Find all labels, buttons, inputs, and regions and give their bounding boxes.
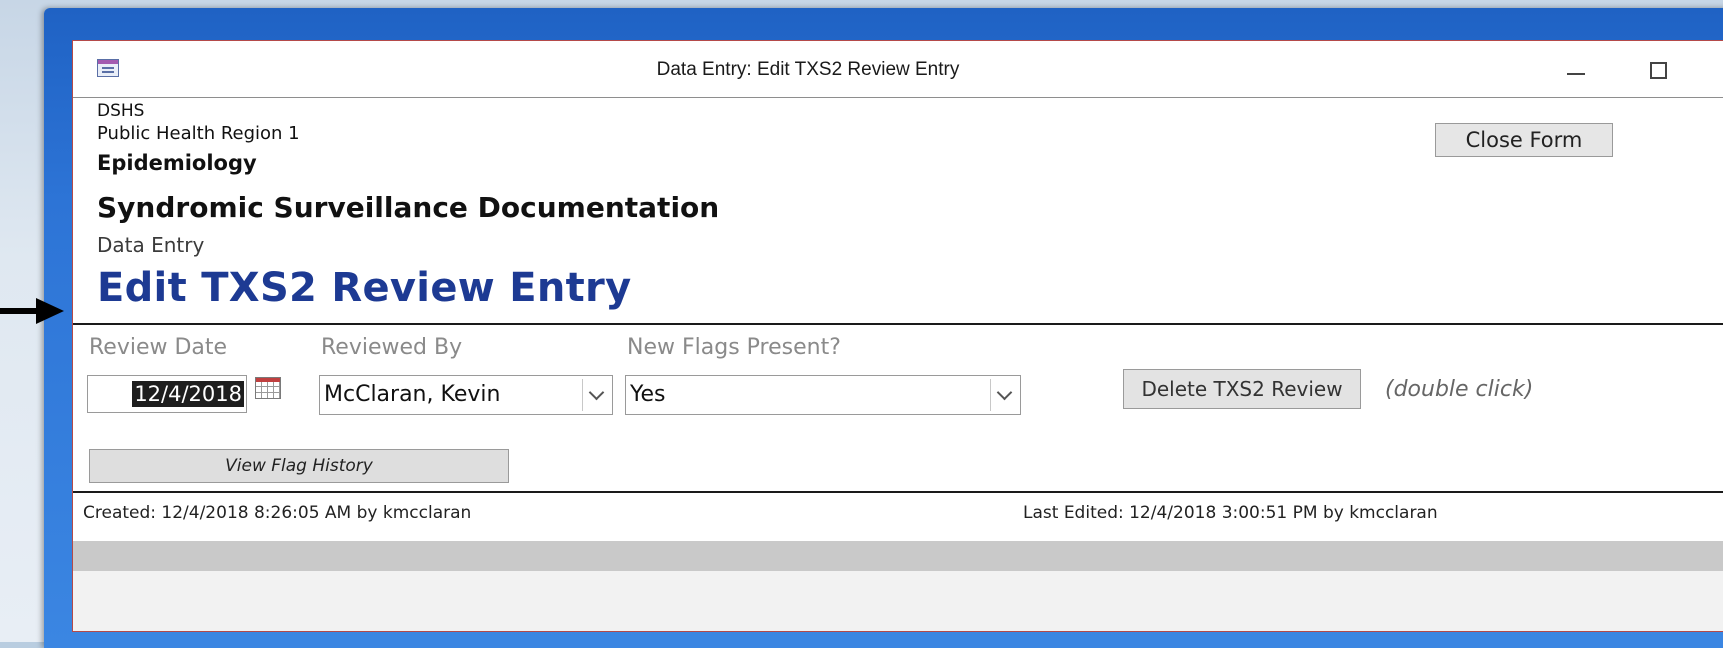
view-flag-history-button[interactable]: View Flag History xyxy=(89,449,509,483)
review-date-value: 12/4/2018 xyxy=(132,381,244,407)
org-name: DSHS xyxy=(97,101,145,121)
region-name: Public Health Region 1 xyxy=(97,123,300,144)
arrow-right-icon xyxy=(0,298,64,324)
new-flags-label: New Flags Present? xyxy=(627,335,841,360)
department-name: Epidemiology xyxy=(97,151,257,175)
title-bar: Data Entry: Edit TXS2 Review Entry ✕ xyxy=(73,41,1723,98)
new-flags-select[interactable]: Yes xyxy=(625,375,1021,415)
delete-hint: (double click) xyxy=(1385,377,1534,402)
review-date-field[interactable]: 12/4/2018 xyxy=(87,375,247,413)
footer-divider xyxy=(73,491,1723,493)
close-form-button[interactable]: Close Form xyxy=(1435,123,1613,157)
window-title: Data Entry: Edit TXS2 Review Entry xyxy=(656,59,960,80)
system-title: Syndromic Surveillance Documentation xyxy=(97,191,720,224)
chevron-down-icon[interactable] xyxy=(990,379,1018,411)
section-label: Data Entry xyxy=(97,233,205,257)
maximize-icon xyxy=(1649,61,1667,79)
delete-review-button[interactable]: Delete TXS2 Review xyxy=(1123,369,1361,409)
minimize-button[interactable] xyxy=(1553,51,1599,89)
minimize-icon xyxy=(1567,73,1585,75)
reviewed-by-value: McClaran, Kevin xyxy=(324,382,501,407)
calendar-icon[interactable] xyxy=(255,377,281,399)
form-bottom xyxy=(73,571,1723,631)
reviewed-by-select[interactable]: McClaran, Kevin xyxy=(319,375,613,415)
chevron-down-icon[interactable] xyxy=(582,379,610,411)
review-date-label: Review Date xyxy=(89,335,228,360)
reviewed-by-label: Reviewed By xyxy=(321,335,463,360)
close-window-button[interactable]: ✕ xyxy=(1713,51,1723,89)
form-title: Edit TXS2 Review Entry xyxy=(97,265,632,311)
form-window: Data Entry: Edit TXS2 Review Entry ✕ DSH… xyxy=(72,40,1723,632)
created-timestamp: Created: 12/4/2018 8:26:05 AM by kmcclar… xyxy=(83,503,472,523)
status-strip xyxy=(73,541,1723,571)
maximize-button[interactable] xyxy=(1635,51,1681,89)
last-edited-timestamp: Last Edited: 12/4/2018 3:00:51 PM by kmc… xyxy=(1023,503,1438,523)
header-divider xyxy=(73,323,1723,325)
new-flags-value: Yes xyxy=(630,382,666,407)
